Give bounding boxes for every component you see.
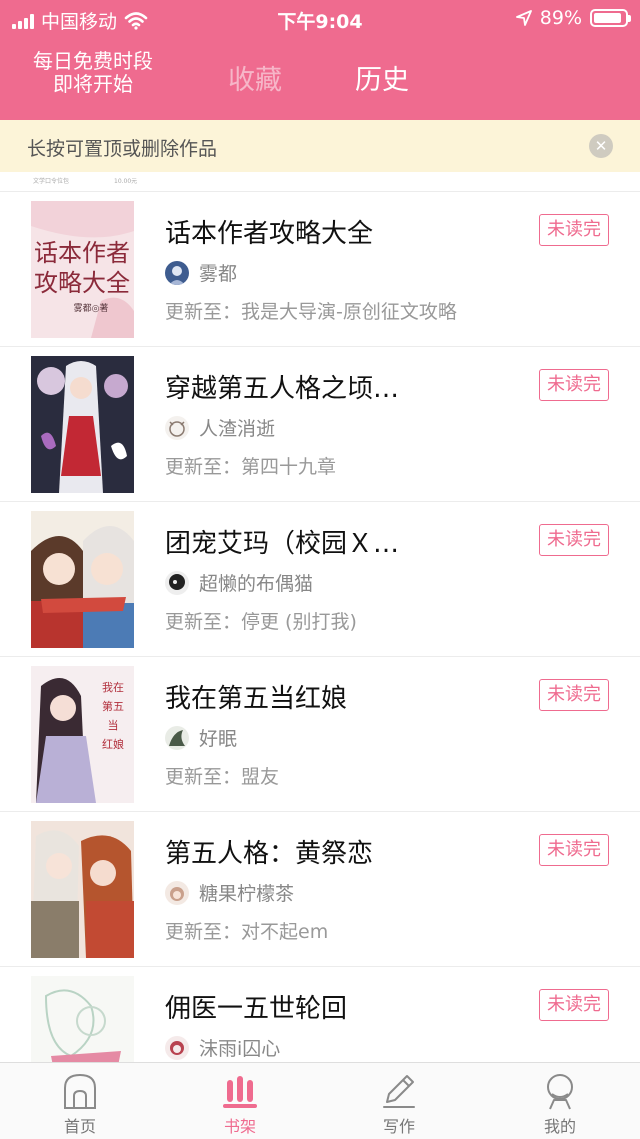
tab-favorites[interactable]: 收藏 xyxy=(228,58,282,97)
author-avatar xyxy=(165,880,189,905)
battery-percent: 89% xyxy=(539,7,582,29)
cover-title-line2: 攻略大全 xyxy=(34,269,130,297)
tab-home-label: 首页 xyxy=(63,1117,96,1136)
author-row: 好眠 xyxy=(165,724,237,751)
notice-bar: 长按可置顶或删除作品 xyxy=(0,120,640,172)
unread-badge: 未读完 xyxy=(539,524,609,556)
book-title: 穿越第五人格之顷… xyxy=(165,374,400,404)
author-avatar xyxy=(165,725,189,750)
tab-bookshelf[interactable]: 书架 xyxy=(180,1063,300,1139)
cover-author-text: 雾都◎著 xyxy=(74,302,109,314)
list-item[interactable]: 我在 第五 当 红娘 我在第五当红娘 好眠 更新至：盟友 未读完 xyxy=(0,657,640,812)
book-title: 第五人格：黄祭恋 xyxy=(165,839,374,869)
book-cover[interactable] xyxy=(31,511,134,648)
author-name: 好眠 xyxy=(199,728,238,750)
svg-text:当: 当 xyxy=(108,718,119,732)
author-row: 糖果柠檬茶 xyxy=(165,879,294,906)
list-item[interactable]: 第五人格：黄祭恋 糖果柠檬茶 更新至：对不起em 未读完 xyxy=(0,812,640,967)
unread-badge: 未读完 xyxy=(539,369,609,401)
list-item[interactable]: 团宠艾玛（校园Ｘ… 超懒的布偶猫 更新至：停更 (别打我) 未读完 xyxy=(0,502,640,657)
author-avatar xyxy=(165,415,189,440)
partial-row-left-text: 文学口令位包 xyxy=(33,178,70,185)
free-time-banner[interactable]: 每日免费时段 即将开始 xyxy=(22,50,164,96)
unread-badge: 未读完 xyxy=(539,214,609,246)
book-cover[interactable]: 我在 第五 当 红娘 xyxy=(31,666,134,803)
profile-icon xyxy=(547,1074,573,1110)
home-icon xyxy=(64,1073,96,1109)
svg-text:我在: 我在 xyxy=(102,681,124,694)
bookshelf-icon xyxy=(223,1076,257,1108)
tab-write-label: 写作 xyxy=(382,1117,415,1136)
partial-row-right-text: 10.00元 xyxy=(114,178,138,185)
list-item[interactable]: 话本作者 攻略大全 雾都◎著 话本作者攻略大全 雾都 更新至：我是大导演-原创征… xyxy=(0,192,640,347)
book-title: 我在第五当红娘 xyxy=(165,684,348,714)
unread-badge: 未读完 xyxy=(539,989,609,1021)
author-name: 人渣消逝 xyxy=(199,418,276,440)
author-row: 雾都 xyxy=(165,259,237,286)
tab-home[interactable]: 首页 xyxy=(20,1063,140,1139)
update-text: 更新至：盟友 xyxy=(165,766,280,788)
list-item[interactable]: 佣医一五世轮回 沫雨i囚心 未读完 xyxy=(0,967,640,1062)
author-avatar xyxy=(165,570,189,595)
tab-history[interactable]: 历史 xyxy=(355,58,409,97)
update-text: 更新至：第四十九章 xyxy=(165,456,337,478)
partial-list-item: 文学口令位包 10.00元 xyxy=(0,172,640,192)
free-time-line2: 即将开始 xyxy=(53,72,133,96)
book-title: 佣医一五世轮回 xyxy=(165,994,348,1024)
author-name: 雾都 xyxy=(199,263,238,285)
author-name: 沫雨i囚心 xyxy=(199,1038,281,1060)
pen-icon xyxy=(383,1075,415,1108)
update-text: 更新至：停更 (别打我) xyxy=(165,611,357,633)
cover-title-line1: 话本作者 xyxy=(34,239,130,267)
author-row: 人渣消逝 xyxy=(165,414,275,441)
svg-text:红娘: 红娘 xyxy=(102,737,124,751)
top-header: 中国移动 下午9:04 89% 每日免费时段 即将开始 收藏 历史 xyxy=(0,0,640,120)
author-row: 超懒的布偶猫 xyxy=(165,569,313,596)
free-time-line1: 每日免费时段 xyxy=(33,49,153,73)
book-cover[interactable] xyxy=(31,976,134,1062)
update-text: 更新至：对不起em xyxy=(165,921,329,943)
list-item[interactable]: 穿越第五人格之顷… 人渣消逝 更新至：第四十九章 未读完 xyxy=(0,347,640,502)
author-row: 沫雨i囚心 xyxy=(165,1034,280,1061)
status-bar: 中国移动 下午9:04 89% xyxy=(0,0,640,36)
status-right: 89% xyxy=(515,7,631,29)
bottom-tab-bar: 首页 书架 写作 我的 xyxy=(0,1062,640,1139)
author-name: 超懒的布偶猫 xyxy=(199,573,314,595)
location-icon xyxy=(515,10,532,26)
svg-text:第五: 第五 xyxy=(102,699,124,713)
author-avatar xyxy=(165,260,189,285)
bookshelf-list: 话本作者 攻略大全 雾都◎著 话本作者攻略大全 雾都 更新至：我是大导演-原创征… xyxy=(0,192,640,1062)
close-icon[interactable]: ✕ xyxy=(589,134,613,158)
book-cover[interactable] xyxy=(31,356,134,493)
unread-badge: 未读完 xyxy=(539,834,609,866)
tab-mine[interactable]: 我的 xyxy=(500,1063,620,1139)
book-title: 团宠艾玛（校园Ｘ… xyxy=(165,529,400,559)
tab-mine-label: 我的 xyxy=(543,1117,576,1136)
tab-write[interactable]: 写作 xyxy=(339,1063,459,1139)
author-name: 糖果柠檬茶 xyxy=(199,883,295,905)
book-title: 话本作者攻略大全 xyxy=(165,219,374,249)
book-cover[interactable] xyxy=(31,821,134,958)
unread-badge: 未读完 xyxy=(539,679,609,711)
update-text: 更新至：我是大导演-原创征文攻略 xyxy=(165,301,457,323)
book-cover[interactable]: 话本作者 攻略大全 雾都◎著 xyxy=(31,201,134,338)
notice-text: 长按可置顶或删除作品 xyxy=(27,138,218,160)
tab-bookshelf-label: 书架 xyxy=(223,1117,256,1136)
battery-icon xyxy=(590,9,631,27)
author-avatar xyxy=(165,1035,189,1060)
